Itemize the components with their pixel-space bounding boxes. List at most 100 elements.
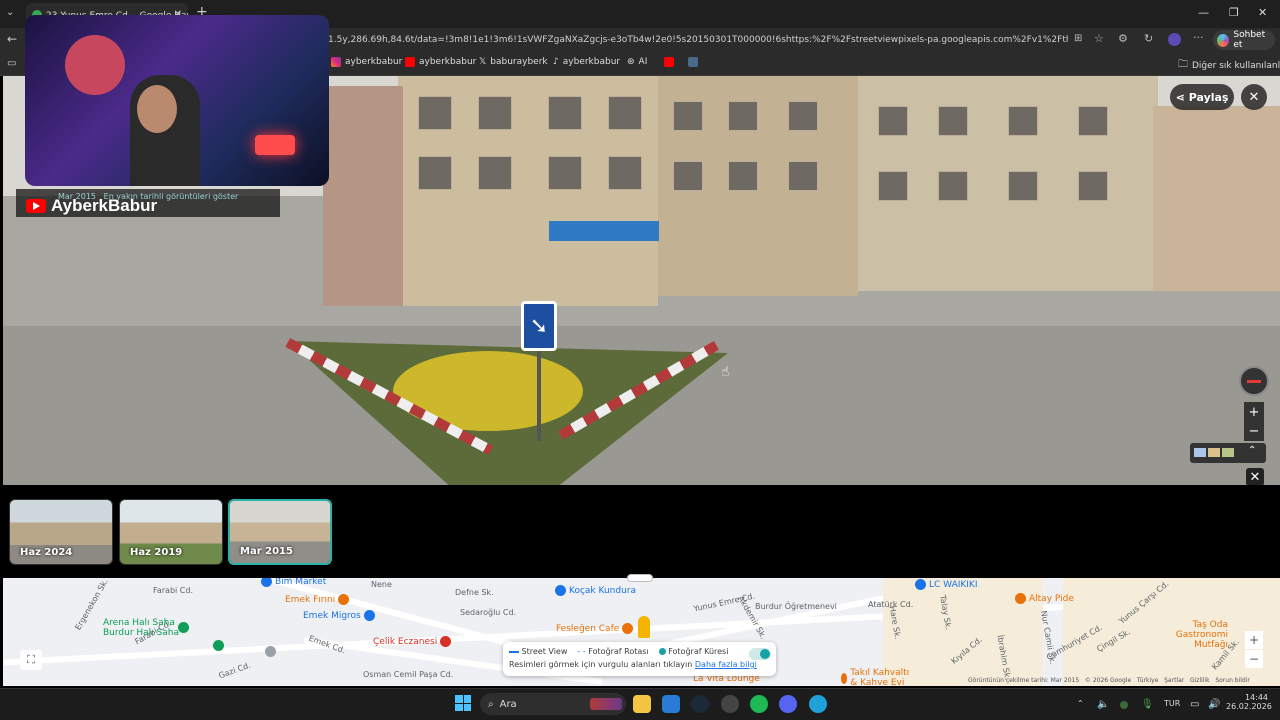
shop-awning [549,221,659,241]
street-view-close-button[interactable]: ✕ [1241,84,1267,110]
sign-pole [537,351,541,441]
youtube-logo-icon [26,199,46,213]
street-label: Gazi Cd. [217,660,252,681]
spotify-icon[interactable] [750,695,768,713]
edge-icon[interactable] [809,695,827,713]
legend-label: Fotoğraf Rotası [588,647,649,656]
youtube-icon [664,57,674,67]
tray-overflow-icon[interactable]: ⌃ [1077,699,1084,708]
poi-bim-market[interactable]: Bim Market [261,578,326,587]
street-label: Osman Cemil Paşa Cd. [363,670,454,679]
read-mode-icon[interactable]: ⊞ [1074,33,1082,44]
street-view-toggle[interactable] [749,648,771,660]
copilot-chat-button[interactable]: Sohbet et [1213,30,1275,50]
poi-label: Koçak Kundura [569,585,636,596]
legend-photo-sphere: Fotoğraf Küresi [658,647,728,656]
bookmark-x[interactable]: 𝕏baburayberk [479,57,548,67]
poi-label: Emek Migros [303,610,361,621]
favorite-star-icon[interactable]: ☆ [1094,32,1104,45]
building [858,76,1158,291]
clock[interactable]: 14:44 26.02.2026 [1226,693,1272,711]
layers-button[interactable]: ⌃ [1190,443,1266,463]
zoom-out-button[interactable]: − [1244,421,1264,441]
network-icon[interactable]: ▭ [1190,699,1199,710]
wall-art [65,35,125,95]
discord-icon[interactable] [779,695,797,713]
copyright: © 2026 Google [1084,677,1132,684]
bookmark-app[interactable] [688,57,698,67]
history-icon[interactable]: ↻ [1144,32,1153,45]
url-field[interactable]: 1.5y,286.69h,84.6t/data=!3m8!1e1!3m6!1sV… [328,30,1068,50]
poi-kocak-kundura[interactable]: Koçak Kundura [555,585,636,596]
tiktok-icon: ♪ [553,57,559,67]
steam-icon[interactable] [691,695,709,713]
status-dot-icon[interactable] [1120,701,1128,709]
microphone-icon[interactable]: 🎙 [1141,699,1154,710]
more-menu-icon[interactable]: ··· [1193,31,1204,44]
terms-link[interactable]: Şartlar [1164,677,1184,684]
obs-icon[interactable] [721,695,739,713]
poi-celik-eczanesi[interactable]: Çelik Eczanesi [373,636,452,647]
zoom-in-button[interactable]: + [1244,402,1264,422]
bookmark-tiktok[interactable]: ♪ ayberkbabur [553,57,620,67]
poi-tas-oda[interactable]: Taş Oda Gastronomi Mutfağı [1158,620,1228,650]
poi-label: LC WAIKIKI [929,579,978,590]
poi-altay-pide[interactable]: Altay Pide [1015,593,1074,604]
timeline-close-button[interactable]: ✕ [1246,468,1264,486]
search-label: Ara [499,698,517,710]
language-indicator[interactable]: TUR [1164,699,1180,708]
clock-date: 26.02.2026 [1226,702,1272,711]
windows-start-icon[interactable] [455,695,471,711]
bookmark-youtube[interactable]: ayberkbabur [405,57,476,67]
timeline-thumb-haz-2024[interactable]: Haz 2024 [9,499,113,565]
expand-up-icon: ⌃ [1248,445,1257,456]
bookmark-label: baburayberk [490,57,548,67]
timeline-thumb-haz-2019[interactable]: Haz 2019 [119,499,223,565]
sports-pin-icon [213,640,224,651]
poi-emek-migros[interactable]: Emek Migros [303,610,375,621]
compass-icon[interactable] [1239,366,1269,396]
file-explorer-icon[interactable] [633,695,651,713]
back-icon[interactable]: ← [7,32,17,46]
maximize-icon[interactable]: ❐ [1229,6,1239,19]
timeline-thumb-mar-2015[interactable]: Mar 2015 [228,499,332,565]
map-zoom-out-button[interactable]: − [1245,650,1263,668]
app-icon [688,57,698,67]
speaker-icon[interactable]: 🔈 [1097,699,1109,710]
legend-street-view: Street View [509,647,567,656]
poi-emek-firini[interactable]: Emek Fırını [285,594,350,605]
webcam-overlay [25,15,329,186]
poi-lc-waikiki[interactable]: LC WAIKIKI [915,579,978,590]
more-info-link[interactable]: Daha fazla bilgi [695,660,757,669]
report-link[interactable]: Sorun bildir [1215,677,1250,684]
poi-takil-kahvalti[interactable]: Takıl Kahvaltı & Kahve Evi [841,668,916,686]
other-bookmarks[interactable]: 🗀 Diğer sık kullanılanlar [1178,57,1280,74]
bookmark-instagram[interactable]: ayberkbabur [331,57,402,67]
building [1153,106,1280,291]
bookmark-ai[interactable]: ⊛ AI [627,57,647,67]
profile-avatar[interactable] [1168,33,1181,46]
window-close-icon[interactable]: ✕ [1258,6,1267,19]
map-zoom-in-button[interactable]: + [1245,631,1263,649]
streamer-head [137,85,177,133]
volume-icon[interactable]: 🔊 [1208,699,1220,710]
taskbar-search[interactable]: ⌕ Ara [480,693,626,715]
poi-label: Arena Halı Saha Burdur Halı Saha [103,618,179,638]
poi-label: Fesleğen Cafe [556,623,620,634]
extensions-icon[interactable]: ⚙ [1118,32,1128,45]
minimize-icon[interactable]: — [1198,6,1209,19]
tab-list-icon[interactable]: ⌄ [6,7,14,18]
map-resize-handle[interactable] [627,574,653,582]
poi-feslegen-cafe[interactable]: Fesleğen Cafe [556,623,634,634]
bookmark-youtube-2[interactable] [664,57,674,67]
store-icon[interactable] [662,695,680,713]
region-link[interactable]: Türkiye [1137,677,1159,684]
poi-arena-hali-saha[interactable]: Arena Halı Saha Burdur Halı Saha [103,618,183,638]
share-button[interactable]: ⋖ Paylaş [1170,84,1234,110]
search-icon: ⌕ [488,698,494,710]
rgb-light [255,135,295,155]
privacy-link[interactable]: Gizlilik [1190,677,1210,684]
pegman-icon[interactable] [638,616,650,638]
sidebar-toggle-icon[interactable]: ▭ [7,58,16,69]
map-expand-icon[interactable]: ⛶ [20,650,42,670]
